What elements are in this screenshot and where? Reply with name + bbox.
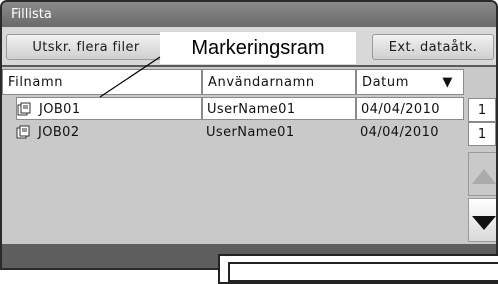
callout-leader-line	[99, 56, 161, 98]
overlay-dialog-frame	[218, 254, 498, 284]
overlay-dialog-inner-frame	[228, 262, 498, 282]
